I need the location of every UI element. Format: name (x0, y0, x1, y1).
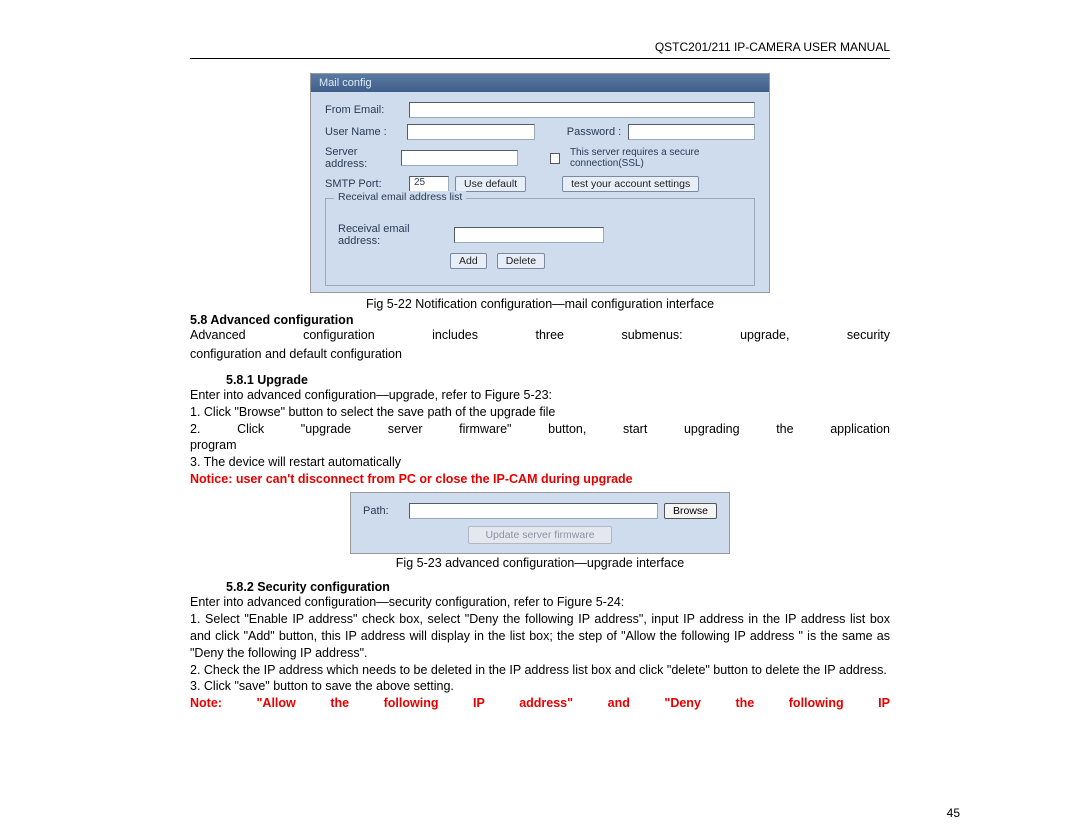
delete-button[interactable]: Delete (497, 253, 545, 269)
page-number: 45 (947, 806, 960, 820)
upgrade-step3: 3. The device will restart automatically (190, 454, 890, 471)
upgrade-step2-line1: 2. Click "upgrade server firmware" butto… (190, 421, 890, 438)
test-account-button[interactable]: test your account settings (562, 176, 699, 192)
ssl-checkbox[interactable] (550, 153, 560, 164)
smtp-port-input[interactable]: 25 (409, 176, 449, 192)
upgrade-intro: Enter into advanced configuration—upgrad… (190, 387, 890, 404)
heading-5-8: 5.8 Advanced configuration (190, 313, 890, 327)
ssl-label: This server requires a secure connection… (570, 147, 755, 169)
add-button[interactable]: Add (450, 253, 487, 269)
sec-step2: 2. Check the IP address which needs to b… (190, 662, 890, 679)
server-address-input[interactable] (401, 150, 518, 166)
upgrade-step2-line2: program (190, 437, 890, 454)
browse-button[interactable]: Browse (664, 503, 717, 519)
path-input[interactable] (409, 503, 658, 519)
receival-fieldset: Receival email address list Receival ema… (325, 198, 755, 286)
server-address-label: Server address: (325, 146, 395, 170)
password-input[interactable] (628, 124, 755, 140)
caption-mail: Fig 5-22 Notification configuration—mail… (190, 297, 890, 311)
from-email-input[interactable] (409, 102, 755, 118)
caption-upgrade: Fig 5-23 advanced configuration—upgrade … (190, 556, 890, 570)
path-label: Path: (363, 505, 403, 517)
figure-mail-config: Mail config From Email: User Name : Pass… (310, 73, 770, 293)
password-label: Password : (567, 126, 622, 138)
mail-titlebar: Mail config (311, 74, 769, 92)
para-5-8-line2: configuration and default configuration (190, 346, 890, 363)
upgrade-step1: 1. Click "Browse" button to select the s… (190, 404, 890, 421)
use-default-button[interactable]: Use default (455, 176, 526, 192)
sec-note: Note: "Allow the following IP address" a… (190, 695, 890, 712)
heading-5-8-1: 5.8.1 Upgrade (226, 373, 890, 387)
receival-email-input[interactable] (454, 227, 604, 243)
update-firmware-button[interactable]: Update server firmware (468, 526, 611, 544)
header-rule (190, 58, 890, 59)
doc-header: QSTC201/211 IP-CAMERA USER MANUAL (190, 40, 890, 58)
user-name-input[interactable] (407, 124, 534, 140)
sec-step1: 1. Select "Enable IP address" check box,… (190, 611, 890, 662)
sec-intro: Enter into advanced configuration—securi… (190, 594, 890, 611)
figure-upgrade: Path: Browse Update server firmware (350, 492, 730, 554)
sec-step3: 3. Click "save" button to save the above… (190, 678, 890, 695)
upgrade-notice: Notice: user can't disconnect from PC or… (190, 471, 890, 488)
heading-5-8-2: 5.8.2 Security configuration (226, 580, 890, 594)
receival-email-label: Receival email address: (338, 223, 448, 247)
smtp-port-label: SMTP Port: (325, 178, 403, 190)
para-5-8-line1: Advanced configuration includes three su… (190, 327, 890, 344)
from-email-label: From Email: (325, 104, 403, 116)
receival-legend: Receival email address list (334, 191, 466, 203)
user-name-label: User Name : (325, 126, 401, 138)
